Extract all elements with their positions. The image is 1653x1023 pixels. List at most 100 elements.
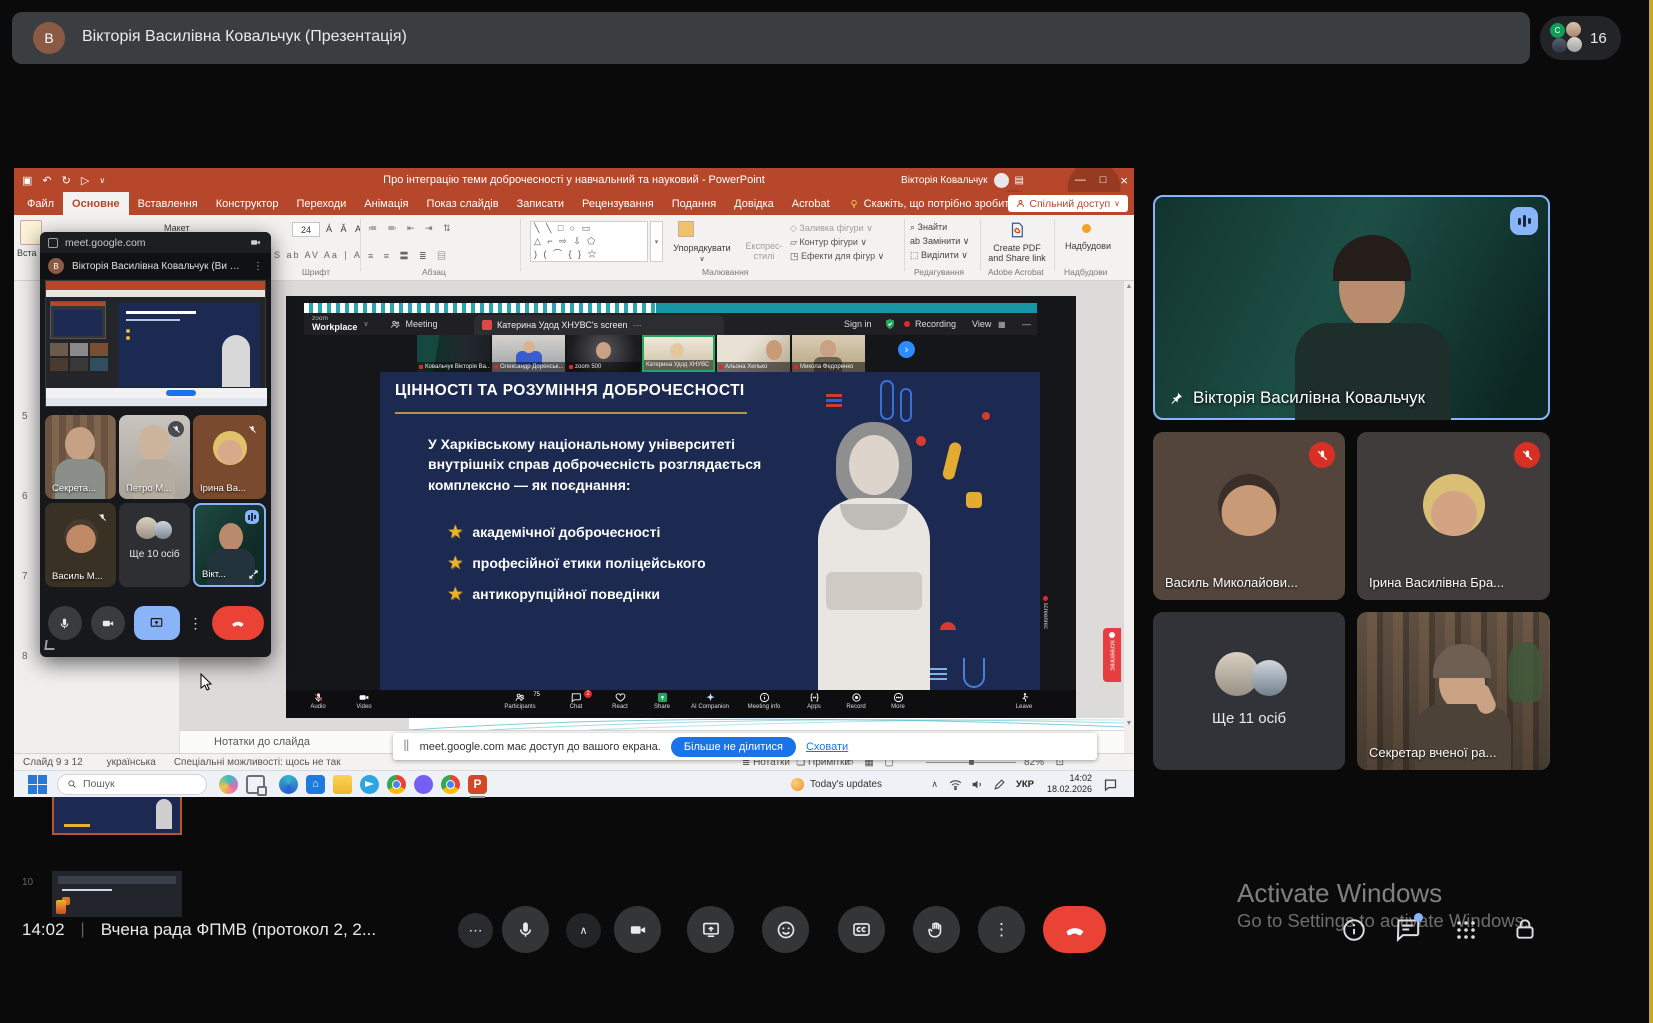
pip-tile-iryna[interactable]: Ірина Ва... [193,415,266,499]
replace-button[interactable]: ab Замінити ∨ [910,236,969,247]
zoom-apps-button[interactable]: Apps [792,692,836,710]
meeting-tab[interactable]: Meeting [405,319,437,329]
close-icon[interactable]: × [1120,173,1128,188]
arrange-button[interactable]: Упорядкувати∨ [670,243,734,263]
canvas-scrollbar[interactable]: ▲ ▼ [1124,281,1134,753]
end-call-button[interactable] [212,606,264,640]
chevron-down-icon[interactable]: ∨ [363,320,368,328]
search-box[interactable]: Пошук [57,774,207,795]
alignment-icons[interactable]: ≡ ≡ 〓 ≣ ▤ [368,249,450,262]
more-options-icon[interactable]: ⋮ [189,615,203,632]
copilot-icon[interactable] [219,775,238,794]
zoom-participant-tile-active[interactable]: Катерина Удод ХНУВС [642,335,715,372]
edge-icon[interactable] [279,775,298,794]
activities-button[interactable] [1454,918,1478,942]
filmstrip-next-icon[interactable]: › [898,341,915,358]
telegram-icon[interactable] [360,775,379,794]
tab-animations[interactable]: Анімація [355,192,417,215]
start-button[interactable] [28,775,47,794]
shape-fill-button[interactable]: ◇ Заливка фігури ∨ [790,223,873,234]
tab-file[interactable]: Файл [18,192,63,215]
file-explorer-icon[interactable] [333,775,352,794]
zoom-slider-thumb[interactable] [969,760,974,765]
account-area[interactable]: Вікторія Ковальчук ▤ [901,168,1024,192]
audio-options-chevron[interactable]: ∧ [566,913,601,948]
language-indicator[interactable]: українська [107,757,156,768]
redo-icon[interactable]: ↻ [62,174,71,187]
host-controls-button[interactable] [1512,916,1538,942]
zoom-share-button[interactable]: Share [640,692,684,710]
powerpoint-taskbar-icon[interactable]: P [468,775,487,794]
zoom-participant-tile[interactable]: Олександр Доренськ... [492,335,565,372]
zoom-leave-button[interactable]: Leave [1002,692,1046,710]
zoom-participant-tile[interactable]: zoom 500 [567,335,640,372]
pen-icon[interactable] [993,778,1006,791]
more-options-button[interactable]: ⋮ [978,906,1025,953]
addins-button[interactable]: Надбудови [1060,241,1116,251]
zoom-react-button[interactable]: React [598,692,642,710]
tab-acrobat[interactable]: Acrobat [783,192,839,215]
participant-count-pill[interactable]: C 16 [1540,16,1621,60]
create-pdf-button[interactable]: Create PDFand Share link [984,243,1050,263]
select-button[interactable]: ⬚ Виділити ∨ [910,250,968,261]
zoom-chat-button[interactable]: 2 Chat [554,692,598,710]
zoom-participant-tile[interactable]: Микола Федоренко [792,335,865,372]
pip-tile-petro[interactable]: Петро М... [119,415,190,499]
maximize-icon[interactable]: □ [1100,174,1107,186]
zoom-participant-tile[interactable]: Ковальчук Вікторія Ва... [417,335,490,372]
zoom-participants-button[interactable]: 75 Participants [498,692,542,710]
taskbar-clock[interactable]: 14:02 18.02.2026 [1047,773,1092,796]
tab-design[interactable]: Конструктор [207,192,288,215]
slideshow-icon[interactable]: ▷ [81,174,89,187]
zoom-participant-tile[interactable]: Альона Хилько [717,335,790,372]
accessibility-status[interactable]: Спеціальні можливості: щось не так [174,757,341,768]
expand-icon[interactable] [248,569,259,580]
shapes-scroll[interactable]: ▾ [650,221,663,262]
drag-handle-icon[interactable]: ‖ [403,738,410,756]
paste-icon[interactable] [20,220,42,245]
pinned-speaker-tile[interactable]: Вікторія Василівна Ковальчук [1153,195,1550,420]
scroll-down-icon[interactable]: ▼ [1124,720,1134,727]
quick-access-toolbar[interactable]: ▣ ↶ ↻ ▷ ∨ [22,168,105,192]
viber-icon[interactable] [414,775,433,794]
zoom-meeting-info-button[interactable]: Meeting info [738,692,790,710]
task-view-icon[interactable] [246,775,265,794]
chrome-icon[interactable] [441,775,460,794]
participant-tile-secretary[interactable]: Секретар вченої ра... [1357,612,1550,770]
qat-customize-icon[interactable]: ∨ [99,176,105,185]
camera-button[interactable] [614,906,661,953]
tab-transitions[interactable]: Переходи [287,192,355,215]
list-indent-icons[interactable]: ≔ ≕ ⇤ ⇥ ⇅ [368,223,455,234]
zoom-record-button[interactable]: Record [834,692,878,710]
language-switcher[interactable]: УКР [1016,779,1034,790]
zoom-ai-companion-button[interactable]: AI Companion [684,692,736,710]
mic-button[interactable] [48,606,82,640]
pip-tile-overflow[interactable]: Ще 10 осіб [119,503,190,587]
volume-icon[interactable] [971,778,984,791]
pip-tile-vasyl[interactable]: Василь М... [45,503,116,587]
pip-header[interactable]: meet.google.com [40,232,271,253]
camera-icon[interactable] [249,237,262,248]
screenrec-widget[interactable]: screenrec [1103,628,1121,682]
pip-tile-secretary[interactable]: Секрета... [45,415,116,499]
find-button[interactable]: ⌕ Знайти [910,222,947,233]
pip-tile-self[interactable]: Вікт... [193,503,266,587]
font-style-icons[interactable]: S ab AV Aa ∣ A [274,250,362,261]
tab-insert[interactable]: Вставлення [129,192,207,215]
captions-button[interactable] [838,906,885,953]
grow-shrink-font-icons[interactable]: А́ А̌ A [326,224,364,234]
minimize-icon[interactable]: — [1075,174,1086,186]
camera-button[interactable] [91,606,125,640]
share-button[interactable]: Спільний доступ ∨ [1008,195,1128,212]
hide-link[interactable]: Сховати [806,741,848,753]
network-icon[interactable] [949,778,962,791]
quick-styles-button[interactable]: Експрес-стилі [740,241,788,261]
participant-tile-iryna[interactable]: Ірина Василівна Бра... [1357,432,1550,600]
tab-home[interactable]: Основне [63,192,129,215]
tab-view[interactable]: Подання [663,192,725,215]
save-icon[interactable]: ▣ [22,174,32,187]
minimize-icon[interactable]: — [1022,319,1031,329]
zoom-more-button[interactable]: More [876,692,920,710]
present-button-active[interactable] [134,606,180,640]
powerpoint-titlebar[interactable]: Про інтеграцію теми доброчесності у навч… [14,168,1134,192]
